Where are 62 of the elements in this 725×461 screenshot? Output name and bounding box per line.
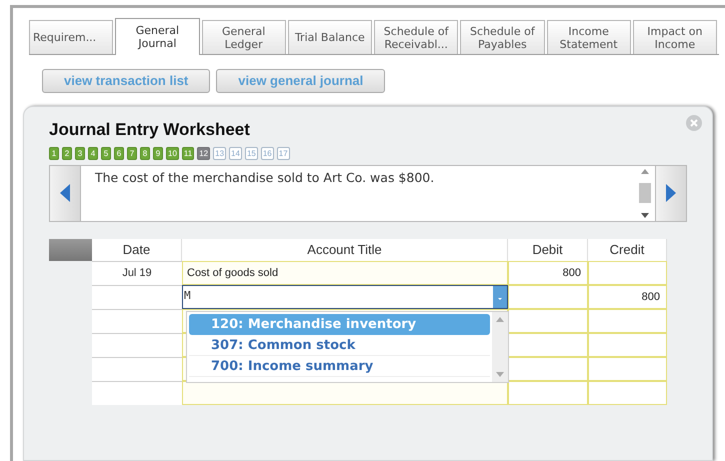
tab[interactable]: Trial Balance [288, 20, 372, 54]
tab[interactable]: General Journal [115, 18, 200, 55]
debit-cell[interactable]: 800 [508, 260, 588, 284]
step-button[interactable]: 7 [127, 146, 137, 160]
column-header: Account Title [182, 238, 508, 260]
tab[interactable]: Schedule of Payables [460, 20, 544, 54]
debit-cell[interactable] [508, 308, 588, 332]
step-button[interactable]: 17 [276, 146, 290, 160]
scroll-up-icon[interactable] [496, 316, 504, 322]
step-button[interactable]: 14 [229, 146, 242, 160]
column-header: Debit [508, 238, 588, 260]
account-dropdown-field[interactable]: M [182, 284, 508, 308]
debit-cell[interactable] [508, 380, 588, 404]
scroll-up-icon[interactable] [641, 168, 649, 174]
column-header: Credit [588, 238, 667, 260]
step-button[interactable]: 16 [260, 146, 274, 160]
right-arrow-icon [666, 184, 676, 202]
step-button[interactable]: 15 [244, 146, 258, 160]
step-button[interactable]: 5 [101, 146, 111, 160]
transaction-description: The cost of the merchandise sold to Art Co. was $800. [94, 168, 436, 186]
step-button[interactable]: 8 [140, 146, 150, 160]
step-button[interactable]: 9 [153, 146, 163, 160]
dropdown-option[interactable]: 700: Income summary [189, 356, 490, 376]
step-button[interactable]: 4 [88, 146, 98, 160]
view-button[interactable]: view general journal [216, 69, 386, 93]
credit-cell[interactable] [588, 308, 667, 332]
tab[interactable]: General Ledger [202, 20, 286, 54]
credit-cell[interactable] [588, 260, 667, 284]
step-button[interactable]: 2 [62, 146, 72, 160]
next-button[interactable] [655, 166, 686, 220]
tab[interactable]: Schedule of Receivabl... [374, 20, 458, 54]
step-button[interactable]: 10 [166, 146, 179, 160]
credit-cell[interactable] [588, 332, 667, 356]
header-stub [49, 238, 92, 260]
step-button[interactable]: 1 [49, 146, 59, 160]
scroll-down-icon[interactable] [641, 212, 649, 218]
tab[interactable]: Requirem... [29, 20, 114, 54]
scrollbar[interactable] [492, 312, 508, 382]
dropdown-option[interactable]: 120: Merchandise inventory [189, 314, 490, 334]
worksheet-title: Journal Entry Worksheet [49, 119, 251, 141]
dropdown-arrow-icon [498, 298, 502, 300]
step-button[interactable]: 13 [213, 146, 226, 160]
date-cell: Jul 19 [92, 260, 182, 284]
tab[interactable]: Income Statement [546, 20, 631, 54]
column-header: Date [92, 238, 182, 260]
step-button[interactable]: 12 [197, 146, 210, 160]
debit-cell[interactable] [508, 356, 588, 380]
step-button[interactable]: 3 [75, 146, 85, 160]
dropdown-option[interactable]: 307: Common stock [189, 334, 490, 356]
account-cell[interactable]: Cost of goods sold [182, 260, 508, 284]
credit-cell[interactable]: 800 [588, 284, 667, 308]
debit-cell[interactable] [508, 284, 588, 308]
previous-button[interactable] [50, 166, 81, 220]
view-button[interactable]: view transaction list [42, 69, 210, 93]
step-button[interactable]: 6 [114, 146, 124, 160]
debit-cell[interactable] [508, 332, 588, 356]
tab[interactable]: Impact on Income [632, 20, 717, 54]
credit-cell[interactable] [588, 380, 667, 404]
close-icon[interactable] [686, 115, 702, 131]
credit-cell[interactable] [588, 356, 667, 380]
left-arrow-icon [60, 184, 70, 202]
step-button[interactable]: 11 [182, 146, 194, 160]
